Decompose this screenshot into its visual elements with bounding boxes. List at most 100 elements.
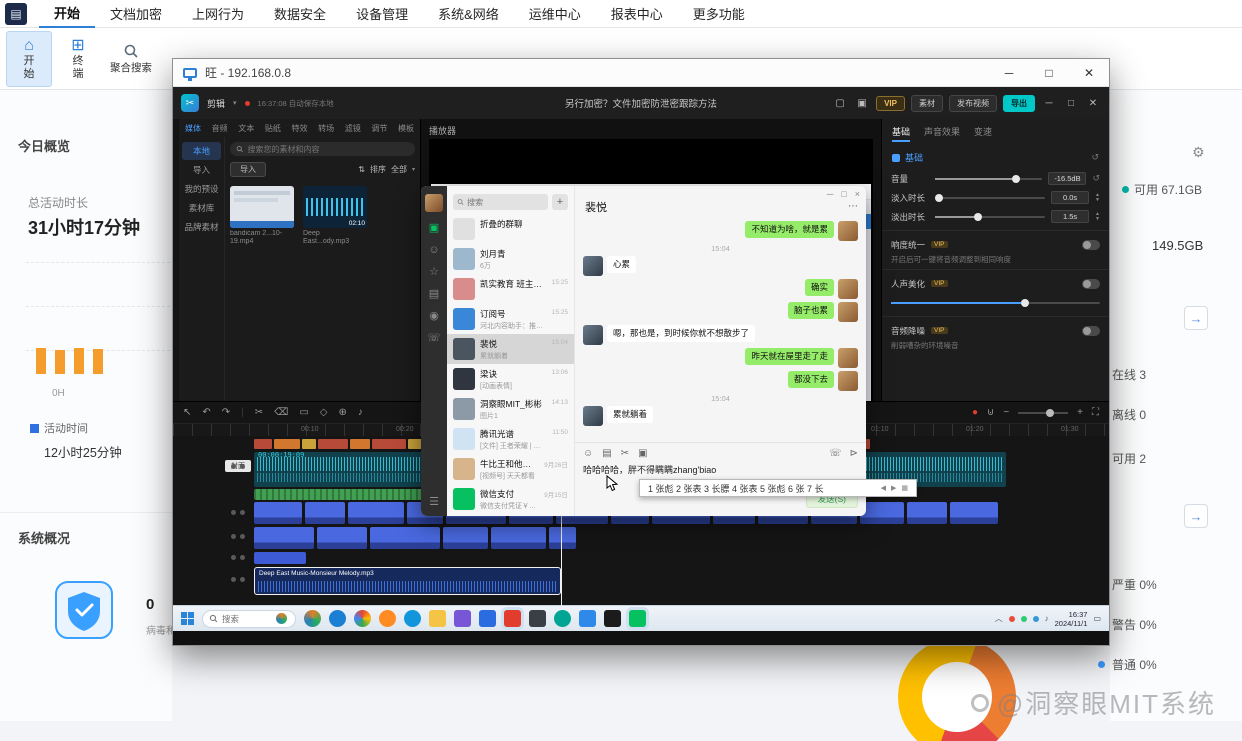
maximize-icon[interactable]: □ bbox=[1029, 59, 1069, 86]
editor-maximize-icon[interactable]: □ bbox=[1063, 98, 1079, 109]
text-clip[interactable] bbox=[372, 439, 406, 449]
app-blue-icon[interactable] bbox=[479, 610, 496, 627]
video-clip[interactable] bbox=[491, 527, 546, 549]
video-clip[interactable] bbox=[549, 527, 576, 549]
taskbar-search[interactable] bbox=[202, 610, 296, 628]
avatar[interactable] bbox=[838, 371, 858, 391]
wechat-search[interactable] bbox=[453, 194, 548, 210]
avatar[interactable] bbox=[838, 279, 858, 299]
wechat-window[interactable]: ▣ ☺ ☆ ▤ ◉ ☏ ☰ + bbox=[421, 186, 866, 516]
conversation-item[interactable]: 梁诀[动画表情] 13:06 bbox=[447, 364, 574, 394]
reset-icon[interactable]: ↺ bbox=[1091, 152, 1099, 163]
tab-template[interactable]: 模板 bbox=[398, 123, 414, 134]
video-track-3-clip[interactable] bbox=[254, 552, 306, 564]
filter-label[interactable]: 全部 bbox=[391, 164, 407, 175]
menu-item-device-mgmt[interactable]: 设备管理 bbox=[341, 0, 423, 28]
menu-item-ops-center[interactable]: 运维中心 bbox=[514, 0, 596, 28]
taskbar-clock[interactable]: 16:37 2024/11/1 bbox=[1055, 610, 1088, 628]
stepper[interactable]: ▲▼ bbox=[1095, 193, 1100, 202]
folder-icon[interactable] bbox=[429, 610, 446, 627]
text-clip[interactable] bbox=[318, 439, 348, 449]
conversation-item[interactable]: 订阅号河北内容助手：推送1篇内容 15:25 bbox=[447, 304, 574, 334]
conversation-item-selected[interactable]: 裴悦累就躺着 15:04 bbox=[447, 334, 574, 364]
track-head[interactable] bbox=[231, 510, 251, 515]
arrow-more-terminals[interactable]: → bbox=[1184, 306, 1208, 330]
fade-out-slider[interactable] bbox=[935, 216, 1045, 218]
conversation-item[interactable]: 凯实教育 班主任13... 15:25 bbox=[447, 274, 574, 304]
x-app-icon[interactable] bbox=[604, 610, 621, 627]
stepper[interactable]: ▲▼ bbox=[1095, 212, 1100, 221]
conversation-item[interactable]: 牛比王和他的好兄...[视频号] 天天都看 9月26日 bbox=[447, 454, 574, 484]
favorites-icon[interactable]: ☆ bbox=[429, 267, 439, 278]
undo-icon[interactable]: ↶ bbox=[202, 407, 210, 418]
app-purple-icon[interactable] bbox=[454, 610, 471, 627]
selected-audio-clip[interactable]: Deep East Music-Monsieur Melody.mp3 bbox=[254, 567, 561, 595]
chats-icon[interactable]: ▣ bbox=[429, 223, 439, 234]
tab-audio[interactable]: 音频 bbox=[212, 123, 228, 134]
start-button[interactable]: ⌂ 开始 bbox=[6, 31, 52, 87]
mail-icon[interactable] bbox=[579, 610, 596, 627]
track-head[interactable] bbox=[231, 555, 251, 560]
avatar[interactable] bbox=[583, 406, 603, 426]
video-clip[interactable] bbox=[860, 502, 904, 524]
menu-item-report-center[interactable]: 报表中心 bbox=[596, 0, 678, 28]
gear-icon[interactable]: ⚙ bbox=[1192, 144, 1205, 161]
message-input[interactable] bbox=[583, 465, 855, 475]
rail-local[interactable]: 本地 bbox=[182, 142, 221, 160]
contacts-icon[interactable]: ☺ bbox=[428, 245, 439, 256]
close-icon[interactable]: ✕ bbox=[1069, 59, 1109, 86]
sort-label[interactable]: 排序 bbox=[370, 164, 386, 175]
menu-item-more[interactable]: 更多功能 bbox=[678, 0, 760, 28]
video-clip[interactable] bbox=[348, 502, 404, 524]
app-dark-icon[interactable] bbox=[529, 610, 546, 627]
ime-prev-icon[interactable]: ◀ bbox=[881, 484, 886, 492]
avatar[interactable] bbox=[583, 256, 603, 276]
split-icon[interactable]: ✂ bbox=[255, 407, 263, 418]
tab-adjust[interactable]: 调节 bbox=[371, 123, 387, 134]
menu-item-start[interactable]: 开始 bbox=[39, 0, 95, 28]
video-clip[interactable] bbox=[254, 527, 314, 549]
app-logo-icon[interactable]: ▤ bbox=[5, 3, 27, 25]
app-teal-icon[interactable] bbox=[554, 610, 571, 627]
video-clip[interactable] bbox=[317, 527, 367, 549]
zoom-slider[interactable] bbox=[1018, 412, 1068, 414]
video-clip[interactable] bbox=[950, 502, 998, 524]
video-clip[interactable] bbox=[370, 527, 440, 549]
media-search[interactable] bbox=[230, 142, 415, 156]
tray-dot-icon[interactable] bbox=[1033, 616, 1039, 622]
edge-icon[interactable] bbox=[329, 610, 346, 627]
reset-icon[interactable]: ↺ bbox=[1092, 173, 1100, 184]
tray-expand-icon[interactable]: ︿ bbox=[995, 613, 1003, 624]
conversation-item[interactable]: 微信支付微信支付凭证￥15.00 9月15日 bbox=[447, 484, 574, 514]
start-icon[interactable] bbox=[181, 612, 194, 625]
tray-dot-icon[interactable] bbox=[1009, 616, 1015, 622]
aggregate-search-button[interactable]: 聚合搜索 bbox=[102, 31, 160, 87]
mute-track-icon[interactable]: ♪ bbox=[358, 407, 363, 418]
ime-settings-icon[interactable]: ▦ bbox=[901, 484, 908, 492]
tab-transition[interactable]: 转场 bbox=[318, 123, 334, 134]
text-clip[interactable] bbox=[274, 439, 300, 449]
phone-icon[interactable]: ☏ bbox=[427, 333, 441, 344]
sort-icon[interactable]: ⇅ bbox=[358, 165, 365, 174]
avatar[interactable] bbox=[838, 348, 858, 368]
export-button[interactable]: 导出 bbox=[1003, 95, 1035, 112]
editor-close-icon[interactable]: ✕ bbox=[1085, 98, 1101, 109]
track-head[interactable] bbox=[231, 464, 251, 469]
layout-2-icon[interactable]: ▣ bbox=[854, 98, 870, 109]
editor-minimize-icon[interactable]: ─ bbox=[1041, 98, 1057, 109]
volume-icon[interactable]: ♪ bbox=[1045, 614, 1049, 623]
track-head[interactable] bbox=[231, 534, 251, 539]
import-button[interactable]: 导入 bbox=[230, 162, 266, 177]
loudness-toggle[interactable] bbox=[1082, 240, 1100, 250]
tab-filter[interactable]: 滤镜 bbox=[345, 123, 361, 134]
zoom-in-icon[interactable]: + bbox=[1077, 407, 1083, 418]
material-button[interactable]: 素材 bbox=[911, 95, 943, 112]
fit-timeline-icon[interactable]: ⛶ bbox=[1092, 407, 1099, 418]
avatar[interactable] bbox=[583, 325, 603, 345]
emoji-icon[interactable]: ☺ bbox=[583, 448, 593, 459]
file-icon[interactable]: ▤ bbox=[602, 448, 611, 459]
fade-in-slider[interactable] bbox=[935, 197, 1045, 199]
editor-menu[interactable]: 剪辑 bbox=[207, 97, 225, 110]
menu-item-doc-encrypt[interactable]: 文档加密 bbox=[95, 0, 177, 28]
fade-out-value[interactable]: 1.5s bbox=[1051, 210, 1089, 223]
